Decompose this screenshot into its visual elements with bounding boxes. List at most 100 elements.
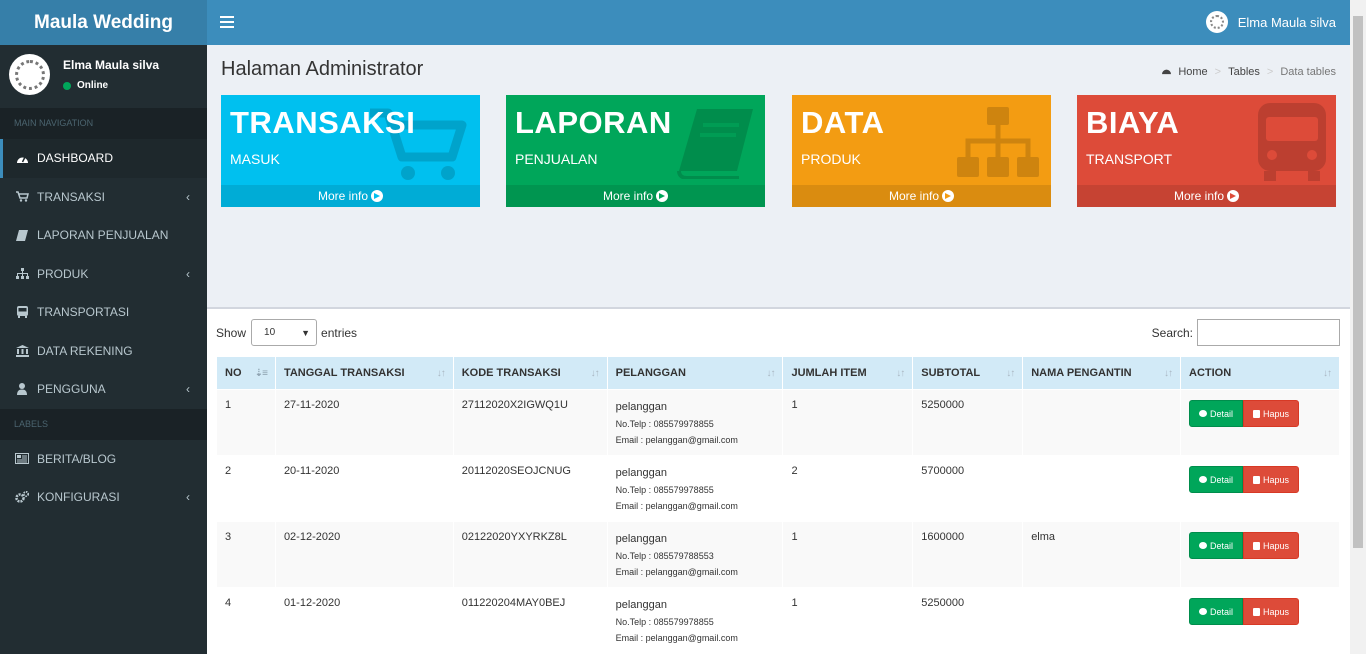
column-header-no[interactable]: NO ⇣≡ xyxy=(216,356,276,390)
box-title: BIAYA xyxy=(1086,105,1180,140)
sidebar-item-konfigurasi[interactable]: KONFIGURASI ‹ xyxy=(0,478,207,517)
user-panel: Elma Maula silva Online xyxy=(0,45,207,108)
column-header-pengantin[interactable]: NAMA PENGANTIN ↓↑ xyxy=(1022,356,1181,390)
sort-icon: ↓↑ xyxy=(1164,368,1173,379)
sidebar-user-name: Elma Maula silva xyxy=(63,58,160,72)
book-icon xyxy=(675,107,755,184)
cell-kode: 20112020SEOJCNUG xyxy=(452,455,608,522)
main-navigation-header: MAIN NAVIGATION xyxy=(0,108,207,139)
user-status: Online xyxy=(63,80,108,91)
more-info-link[interactable]: More info xyxy=(506,185,765,207)
avatar xyxy=(9,54,50,95)
breadcrumb-home[interactable]: Home xyxy=(1178,66,1207,78)
cell-action: Detail Hapus xyxy=(1180,587,1340,654)
data-table-panel: Show 10 ▼ entries Search: NO ⇣≡ TANGGAL TR… xyxy=(207,307,1350,654)
entries-label: entries xyxy=(321,325,358,340)
cell-no: 2 xyxy=(216,455,276,522)
more-info-link[interactable]: More info xyxy=(792,185,1051,207)
sort-icon: ↓↑ xyxy=(590,368,600,379)
more-info-label: More info xyxy=(602,189,654,203)
book-icon xyxy=(15,229,29,241)
column-header-tanggal[interactable]: TANGGAL TRANSAKSI ↓↑ xyxy=(274,356,454,390)
box-title: TRANSAKSI xyxy=(230,105,416,140)
sidebar-item-laporan-penjualan[interactable]: LAPORAN PENJUALAN xyxy=(0,216,207,255)
arrow-circle-right-icon xyxy=(656,190,669,202)
bus-icon xyxy=(15,306,29,319)
breadcrumb-separator: > xyxy=(1214,66,1222,78)
user-menu[interactable]: Elma Maula silva xyxy=(1205,11,1336,33)
cell-jumlah: 2 xyxy=(782,455,914,522)
scrollbar[interactable] xyxy=(1350,0,1366,654)
dashboard-icon xyxy=(15,152,29,164)
sidebar-item-produk[interactable]: PRODUK ‹ xyxy=(0,255,207,294)
detail-button[interactable]: Detail xyxy=(1189,400,1244,427)
sort-icon: ↓↑ xyxy=(436,368,446,379)
cell-pengantin xyxy=(1022,587,1181,654)
column-header-pelanggan[interactable]: PELANGGAN ↓↑ xyxy=(606,356,784,390)
cell-pelanggan: pelanggan No.Telp : 085579788553 Email :… xyxy=(606,521,784,588)
hapus-button[interactable]: Hapus xyxy=(1243,400,1300,427)
breadcrumb-tables[interactable]: Tables xyxy=(1228,66,1260,78)
sidebar-item-berita-blog[interactable]: BERITA/BLOG xyxy=(0,440,207,479)
sidebar-item-dashboard[interactable]: DASHBOARD xyxy=(0,139,207,178)
column-header-subtotal[interactable]: SUBTOTAL ↓↑ xyxy=(912,356,1024,390)
cogs-icon xyxy=(15,491,29,503)
detail-button[interactable]: Detail xyxy=(1189,598,1244,625)
sidebar-item-label: TRANSAKSI xyxy=(37,189,106,204)
hapus-button[interactable]: Hapus xyxy=(1243,466,1300,493)
brand-logo[interactable]: Maula Wedding xyxy=(0,0,207,45)
scrollbar-thumb[interactable] xyxy=(1353,16,1363,548)
cell-subtotal: 5700000 xyxy=(912,455,1024,522)
search-input[interactable] xyxy=(1197,319,1340,346)
pelanggan-email: Email : pelanggan@gmail.com xyxy=(615,501,738,511)
entries-select[interactable]: 10 ▼ xyxy=(251,319,318,346)
cell-no: 3 xyxy=(216,521,276,588)
sidebar-item-label: PRODUK xyxy=(37,266,89,281)
box-subtitle: TRANSPORT xyxy=(1086,151,1173,167)
more-info-link[interactable]: More info xyxy=(221,185,480,207)
box-biaya: BIAYA TRANSPORT More info xyxy=(1077,95,1336,207)
trash-icon xyxy=(1253,607,1261,616)
sidebar-item-label: PENGGUNA xyxy=(37,382,106,397)
pelanggan-telp: No.Telp : 085579978855 xyxy=(615,617,714,627)
pelanggan-name: pelanggan xyxy=(615,467,668,479)
more-info-link[interactable]: More info xyxy=(1077,185,1336,207)
sidebar-item-label: DATA REKENING xyxy=(37,343,133,358)
cell-pengantin: elma xyxy=(1022,521,1181,588)
sidebar-item-pengguna[interactable]: PENGGUNA ‹ xyxy=(0,370,207,409)
pelanggan-name: pelanggan xyxy=(615,599,668,611)
hapus-button[interactable]: Hapus xyxy=(1243,598,1300,625)
cell-subtotal: 5250000 xyxy=(912,389,1024,456)
trash-icon xyxy=(1253,541,1261,550)
box-subtitle: PRODUK xyxy=(801,151,861,167)
cell-pelanggan: pelanggan No.Telp : 085579978855 Email :… xyxy=(606,389,784,456)
entries-value: 10 xyxy=(264,327,276,338)
sidebar-item-label: LAPORAN PENJUALAN xyxy=(37,228,169,243)
hapus-button[interactable]: Hapus xyxy=(1243,532,1300,559)
detail-button[interactable]: Detail xyxy=(1189,466,1244,493)
sidebar-item-transportasi[interactable]: TRANSPORTASI xyxy=(0,293,207,332)
cart-icon xyxy=(15,191,29,203)
sort-asc-icon: ⇣≡ xyxy=(254,368,268,379)
table-row: 4 01-12-2020 011220204MAY0BEJ pelanggan … xyxy=(216,587,1340,654)
cell-pelanggan: pelanggan No.Telp : 085579978855 Email :… xyxy=(606,455,784,522)
sidebar-item-label: DASHBOARD xyxy=(37,151,114,166)
sitemap-icon xyxy=(957,107,1041,184)
sidebar-item-data-rekening[interactable]: DATA REKENING xyxy=(0,332,207,371)
column-header-action[interactable]: ACTION ↓↑ xyxy=(1180,356,1340,390)
sitemap-icon xyxy=(15,268,29,280)
cell-action: Detail Hapus xyxy=(1180,389,1340,456)
box-title: DATA xyxy=(801,105,885,140)
cell-action: Detail Hapus xyxy=(1180,521,1340,588)
cell-pengantin xyxy=(1022,455,1181,522)
pelanggan-telp: No.Telp : 085579978855 xyxy=(615,485,714,495)
user-status-text: Online xyxy=(77,80,109,91)
column-header-kode[interactable]: KODE TRANSAKSI ↓↑ xyxy=(452,356,608,390)
dashboard-icon xyxy=(1161,66,1172,78)
column-header-jumlah[interactable]: JUMLAH ITEM ↓↑ xyxy=(782,356,914,390)
detail-button[interactable]: Detail xyxy=(1189,532,1244,559)
sidebar-toggle-icon[interactable] xyxy=(220,13,234,31)
newspaper-icon xyxy=(15,453,29,465)
arrow-circle-right-icon xyxy=(371,190,384,202)
sidebar-item-transaksi[interactable]: TRANSAKSI ‹ xyxy=(0,178,207,217)
